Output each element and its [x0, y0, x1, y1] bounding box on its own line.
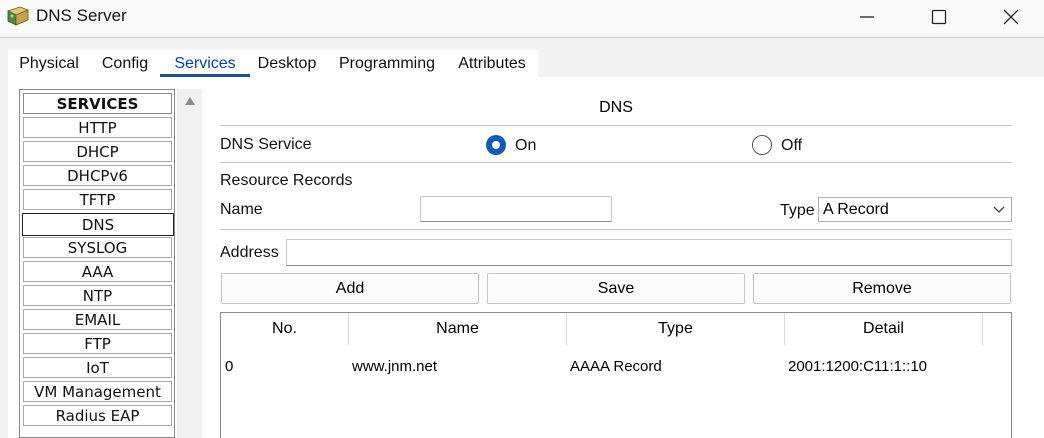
- address-input[interactable]: [286, 239, 1012, 266]
- name-label: Name: [220, 201, 263, 218]
- service-item-aaa[interactable]: AAA: [23, 261, 172, 282]
- scroll-up-button[interactable]: [177, 91, 202, 111]
- minimize-button[interactable]: [842, 0, 892, 34]
- service-item-iot[interactable]: IoT: [23, 357, 172, 378]
- divider: [220, 125, 1012, 126]
- packet-tracer-server-icon: [6, 6, 30, 26]
- services-list-frame: SERVICES HTTP DHCP DHCPv6 TFTP DNS SYSLO…: [19, 89, 175, 438]
- maximize-button[interactable]: [914, 0, 964, 34]
- dns-service-on-radio[interactable]: [486, 135, 506, 155]
- cell-name: www.jnm.net: [352, 358, 438, 375]
- column-header-no[interactable]: No.: [221, 313, 349, 345]
- record-type-select[interactable]: A Record: [818, 197, 1012, 222]
- column-header-detail[interactable]: Detail: [785, 313, 983, 345]
- service-item-http[interactable]: HTTP: [23, 117, 172, 138]
- tab-desktop[interactable]: Desktop: [252, 50, 322, 77]
- minimize-icon: [860, 16, 874, 18]
- service-item-syslog[interactable]: SYSLOG: [23, 237, 172, 258]
- service-item-dhcp[interactable]: DHCP: [23, 141, 172, 162]
- title-divider: [0, 37, 1044, 38]
- close-icon: [1003, 9, 1019, 25]
- column-header-name[interactable]: Name: [349, 313, 567, 345]
- window-title: DNS Server: [36, 6, 127, 25]
- table-row[interactable]: 0 www.jnm.net AAAA Record 2001:1200:C11:…: [221, 351, 1011, 383]
- cell-type: AAAA Record: [570, 358, 662, 375]
- dns-panel-title: DNS: [599, 99, 633, 116]
- remove-button[interactable]: Remove: [753, 273, 1011, 304]
- triangle-up-icon: [184, 97, 195, 105]
- service-item-dhcpv6[interactable]: DHCPv6: [23, 165, 172, 186]
- services-scrollbar[interactable]: [177, 89, 202, 438]
- dns-service-label: DNS Service: [220, 136, 312, 153]
- services-list: SERVICES HTTP DHCP DHCPv6 TFTP DNS SYSLO…: [19, 89, 202, 438]
- service-item-vm-management[interactable]: VM Management: [23, 381, 172, 402]
- dns-service-off-label[interactable]: Off: [781, 137, 802, 155]
- maximize-icon: [931, 9, 947, 25]
- divider: [220, 162, 1012, 163]
- divider: [220, 229, 1012, 230]
- name-input[interactable]: [420, 196, 612, 222]
- tab-bar: Physical Config Services Desktop Program…: [8, 50, 538, 77]
- records-table[interactable]: No. Name Type Detail 0 www.jnm.net AAAA …: [220, 312, 1012, 438]
- service-item-ftp[interactable]: FTP: [23, 333, 172, 354]
- column-header-type[interactable]: Type: [567, 313, 785, 345]
- close-button[interactable]: [986, 0, 1036, 34]
- add-button[interactable]: Add: [221, 273, 479, 304]
- tab-physical[interactable]: Physical: [12, 50, 86, 77]
- dns-service-on-label[interactable]: On: [515, 137, 536, 155]
- tab-programming[interactable]: Programming: [334, 50, 440, 77]
- service-item-tftp[interactable]: TFTP: [23, 189, 172, 210]
- tab-attributes[interactable]: Attributes: [452, 50, 532, 77]
- dns-service-off-radio[interactable]: [752, 135, 772, 155]
- cell-detail: 2001:1200:C11:1::10: [788, 358, 928, 375]
- resource-records-label: Resource Records: [220, 172, 353, 189]
- cell-no: 0: [225, 358, 234, 375]
- tab-services[interactable]: Services: [160, 50, 250, 77]
- title-bar: DNS Server: [0, 0, 1044, 34]
- record-type-value: A Record: [823, 201, 889, 218]
- type-label: Type: [780, 202, 815, 219]
- services-header: SERVICES: [23, 93, 172, 114]
- address-label: Address: [220, 244, 279, 261]
- service-item-ntp[interactable]: NTP: [23, 285, 172, 306]
- save-button[interactable]: Save: [487, 273, 745, 304]
- service-item-radius-eap[interactable]: Radius EAP: [23, 405, 172, 426]
- chevron-down-icon: [993, 206, 1005, 213]
- tab-config[interactable]: Config: [94, 50, 156, 77]
- service-item-email[interactable]: EMAIL: [23, 309, 172, 330]
- service-item-dns[interactable]: DNS: [22, 213, 174, 236]
